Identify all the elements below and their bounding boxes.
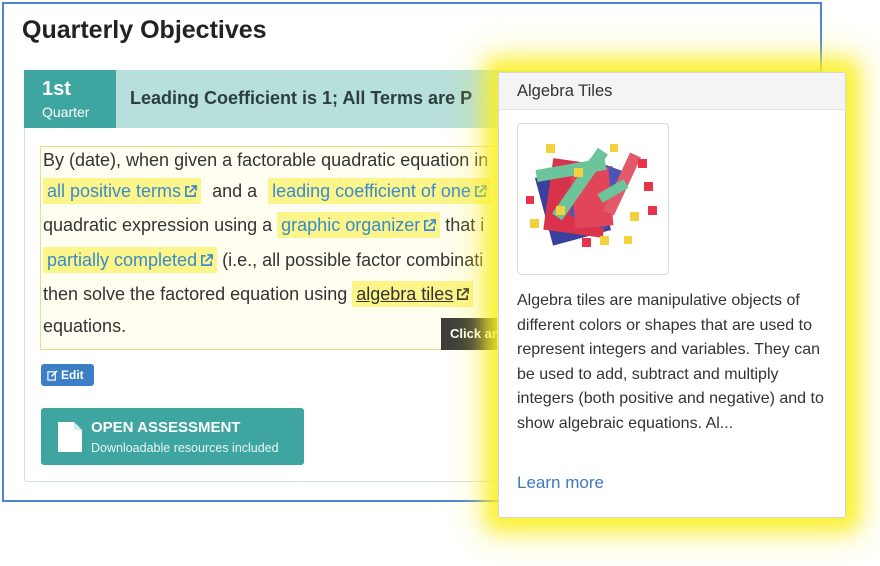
external-link-icon [474, 184, 487, 200]
open-assessment-title: OPEN ASSESSMENT [91, 419, 241, 436]
open-assessment-button[interactable]: OPEN ASSESSMENT Downloadable resources i… [41, 408, 304, 465]
quarter-number: 1st [42, 78, 71, 100]
learn-more-link[interactable]: Learn more [517, 473, 604, 493]
click-tooltip: Click an [441, 318, 497, 350]
quarter-label: Quarter [42, 104, 90, 120]
algebra-tiles-popover: Algebra Tiles Algebra tiles are manipula… [498, 72, 846, 518]
objective-text-line6: equations. [43, 316, 127, 336]
edit-button-label: Edit [61, 368, 84, 382]
algebra-tiles-image [517, 123, 669, 275]
edit-button[interactable]: Edit [41, 364, 94, 386]
objective-text-line5: then solve the factored equation using [43, 284, 348, 304]
external-link-icon [423, 218, 437, 234]
partially-completed-link[interactable]: partially completed [43, 247, 218, 273]
external-link-icon [200, 253, 213, 269]
popover-description: Algebra tiles are manipulative objects o… [517, 292, 824, 432]
external-link-icon [184, 184, 197, 200]
quarter-badge: 1st Quarter [24, 70, 116, 128]
algebra-tiles-link[interactable]: algebra tiles [352, 281, 474, 307]
objective-banner-title: Leading Coefficient is 1; All Terms are … [130, 88, 473, 108]
document-icon [57, 421, 83, 458]
objective-text-line3-after: that i [445, 215, 485, 235]
external-link-icon [456, 287, 470, 303]
all-positive-terms-link[interactable]: all positive terms [43, 178, 202, 204]
popover-title: Algebra Tiles [517, 82, 613, 100]
objective-text-line2: and a [212, 181, 258, 201]
objective-text-line3: quadratic expression using a [43, 215, 273, 235]
page-title: Quarterly Objectives [22, 16, 267, 44]
leading-coefficient-link[interactable]: leading coefficient of one [268, 178, 491, 204]
objective-text-line4: (i.e., all possible factor combinati [222, 250, 484, 270]
popover-header: Algebra Tiles [499, 73, 845, 110]
edit-icon [47, 368, 61, 382]
open-assessment-subtitle: Downloadable resources included [91, 441, 279, 455]
objective-text-line1: By (date), when given a factorable quadr… [43, 150, 489, 170]
graphic-organizer-link[interactable]: graphic organizer [277, 212, 441, 238]
